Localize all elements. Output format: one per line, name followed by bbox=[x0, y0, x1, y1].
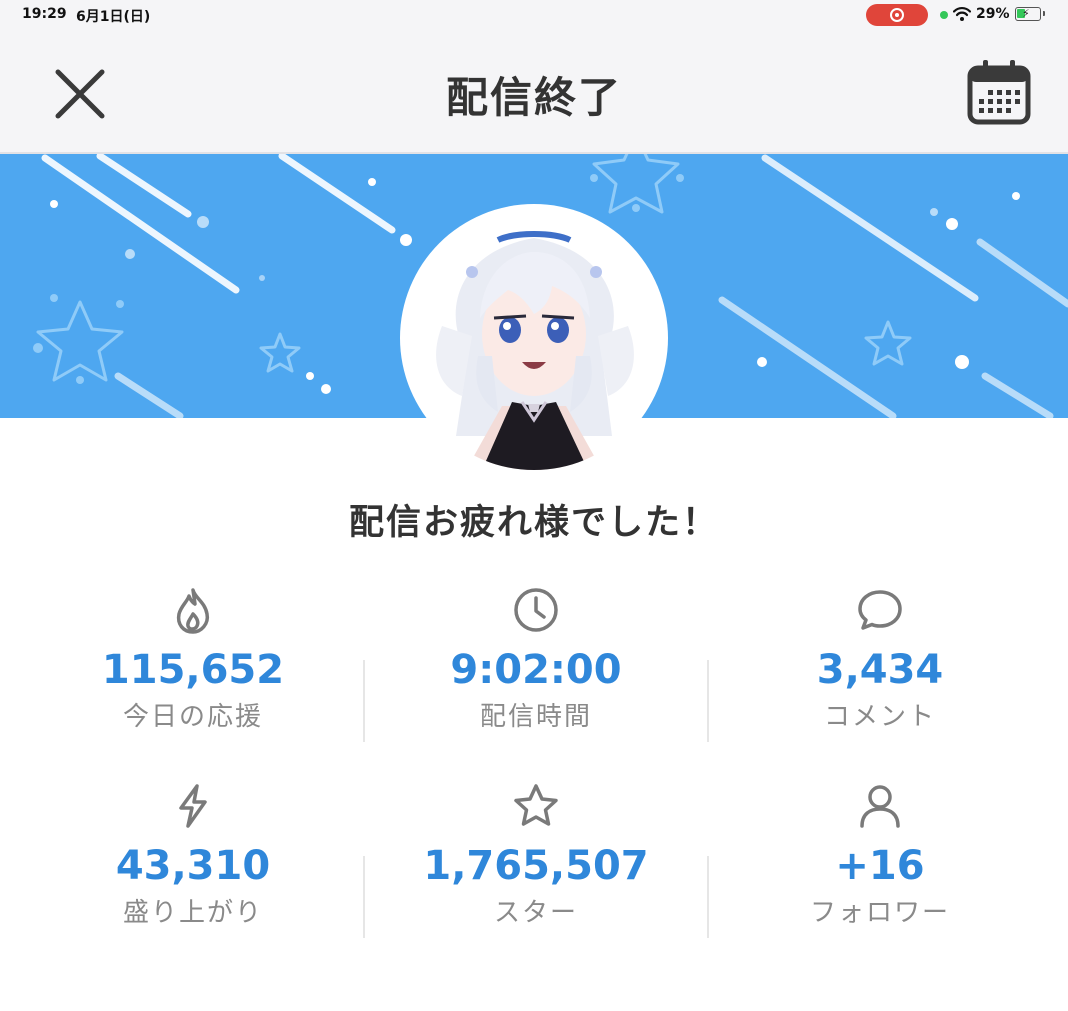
wifi-icon bbox=[953, 7, 971, 21]
stat-label: 今日の応援 bbox=[122, 702, 263, 732]
flame-icon bbox=[176, 588, 210, 634]
header: 配信終了 bbox=[0, 30, 1068, 154]
person-icon bbox=[860, 785, 900, 828]
stat-stream-time: 9:02:00 配信時間 bbox=[366, 586, 706, 733]
avatar bbox=[402, 206, 666, 470]
thanks-message: 配信お疲れ様でした！ bbox=[348, 503, 719, 543]
stat-stars: 1,765,507 スター bbox=[366, 782, 706, 929]
stat-value: 9:02:00 bbox=[450, 647, 622, 693]
clock-icon bbox=[514, 588, 558, 632]
stat-label: スター bbox=[493, 898, 578, 928]
divider bbox=[707, 856, 709, 938]
calendar-icon[interactable] bbox=[966, 58, 1032, 126]
stat-label: 配信時間 bbox=[479, 702, 592, 732]
divider bbox=[707, 660, 709, 742]
stat-excitement: 43,310 盛り上がり bbox=[23, 782, 363, 929]
stat-label: コメント bbox=[823, 702, 936, 732]
screen-recording-indicator[interactable] bbox=[866, 4, 928, 26]
divider bbox=[363, 660, 365, 742]
record-icon bbox=[890, 8, 904, 22]
divider bbox=[363, 856, 365, 938]
comment-icon bbox=[858, 590, 902, 630]
status-bar: 19:29 6月1日(日) 29% ⚡ bbox=[0, 0, 1068, 30]
camera-in-use-dot bbox=[940, 11, 948, 19]
stat-label: 盛り上がり bbox=[122, 898, 263, 928]
stat-value: 43,310 bbox=[115, 843, 271, 889]
stat-label: フォロワー bbox=[809, 898, 950, 928]
battery-percent: 29% bbox=[976, 6, 1010, 22]
status-time: 19:29 bbox=[22, 6, 67, 22]
stream-ended-screen: 19:29 6月1日(日) 29% ⚡ 配信終了 配信お疲れ様でした！ 115,… bbox=[0, 0, 1068, 1011]
battery-icon: ⚡ bbox=[1015, 7, 1045, 21]
star-icon bbox=[514, 784, 558, 826]
stat-value: 115,652 bbox=[101, 647, 285, 693]
stat-comments: 3,434 コメント bbox=[710, 586, 1050, 733]
stat-value: 1,765,507 bbox=[423, 843, 649, 889]
lightning-icon bbox=[179, 784, 207, 828]
stat-followers: +16 フォロワー bbox=[710, 782, 1050, 929]
stat-support: 115,652 今日の応援 bbox=[23, 586, 363, 733]
page-title: 配信終了 bbox=[445, 73, 622, 122]
stat-value: +16 bbox=[835, 843, 925, 889]
status-date: 6月1日(日) bbox=[76, 9, 151, 25]
stat-value: 3,434 bbox=[816, 647, 944, 693]
